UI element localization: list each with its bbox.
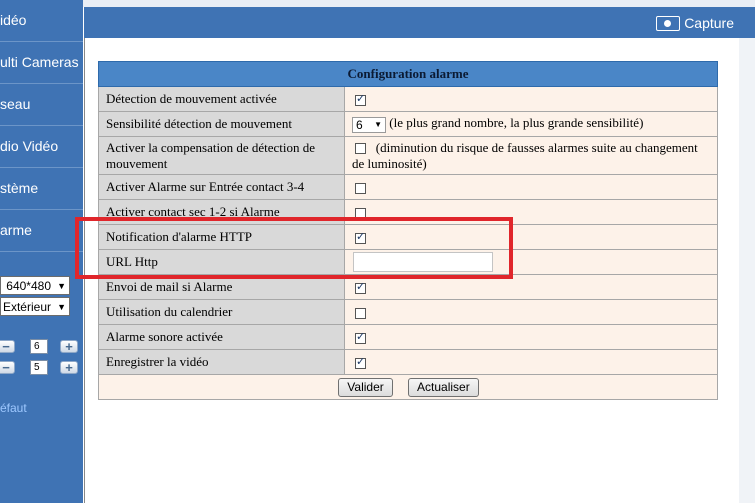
- row-value: [344, 349, 718, 375]
- table-row: Alarme sonore activée: [98, 324, 718, 350]
- row-label: Envoi de mail si Alarme: [98, 274, 345, 300]
- table-row: Sensibilité détection de mouvement 6 ▼ (l…: [98, 111, 718, 137]
- minus-icon[interactable]: −: [0, 361, 15, 374]
- refresh-button[interactable]: Actualiser: [408, 377, 479, 397]
- row-label: Activer contact sec 1-2 si Alarme: [98, 199, 345, 225]
- button-row: Valider Actualiser: [98, 374, 718, 400]
- minus-icon[interactable]: −: [0, 340, 15, 353]
- sidebar-item-label: stème: [0, 180, 39, 196]
- chevron-down-icon: ▼: [374, 119, 382, 129]
- table-row: Activer la compensation de détection de …: [98, 136, 718, 175]
- stepper-1-value[interactable]: 6: [30, 339, 48, 354]
- right-gutter: [738, 38, 755, 503]
- row-label: Sensibilité détection de mouvement: [98, 111, 345, 137]
- sidebar-item-audio-video[interactable]: dio Vidéo: [0, 126, 83, 168]
- compensation-note: (diminution du risque de fausses alarmes…: [352, 139, 698, 171]
- row-label: Activer la compensation de détection de …: [98, 136, 345, 175]
- row-value: [344, 199, 718, 225]
- sensitivity-note: (le plus grand nombre, la plus grande se…: [389, 115, 644, 131]
- main-content: Configuration alarme Détection de mouvem…: [84, 38, 739, 503]
- sidebar-item-label: idéo: [0, 12, 27, 28]
- top-strip: [0, 0, 755, 7]
- button-cell: Valider Actualiser: [98, 374, 718, 400]
- chevron-down-icon: ▼: [57, 302, 66, 312]
- sidebar: idéo ulti Cameras seau dio Vidéo stème a…: [0, 0, 83, 503]
- header-bar: Capture: [84, 7, 755, 38]
- alarm-config-table: Configuration alarme Détection de mouvem…: [98, 61, 718, 400]
- row-value: (diminution du risque de fausses alarmes…: [344, 136, 718, 175]
- row-value: [344, 274, 718, 300]
- sidebar-item-label: arme: [0, 222, 32, 238]
- table-row: Activer Alarme sur Entrée contact 3-4: [98, 174, 718, 200]
- capture-button[interactable]: Capture: [656, 15, 734, 31]
- row-value: [344, 249, 718, 275]
- camera-icon: [656, 15, 681, 31]
- table-row: URL Http: [98, 249, 718, 275]
- record-video-checkbox[interactable]: [355, 355, 366, 369]
- stepper-2-value[interactable]: 5: [30, 360, 48, 375]
- sidebar-item-reseau[interactable]: seau: [0, 84, 83, 126]
- motion-detection-checkbox[interactable]: [355, 92, 366, 106]
- row-label: Enregistrer la vidéo: [98, 349, 345, 375]
- row-value: 6 ▼ (le plus grand nombre, la plus grande…: [344, 111, 718, 137]
- row-value: [344, 174, 718, 200]
- compensation-checkbox[interactable]: [355, 143, 366, 155]
- email-alarm-checkbox[interactable]: [355, 280, 366, 294]
- resolution-select[interactable]: 640*480 ▼: [0, 276, 70, 295]
- table-row: Notification d'alarme HTTP: [98, 224, 718, 250]
- row-label: Activer Alarme sur Entrée contact 3-4: [98, 174, 345, 200]
- sensitivity-value: 6: [356, 117, 363, 132]
- row-label: Notification d'alarme HTTP: [98, 224, 345, 250]
- submit-button[interactable]: Valider: [338, 377, 393, 397]
- table-row: Enregistrer la vidéo: [98, 349, 718, 375]
- http-notification-checkbox[interactable]: [355, 230, 366, 244]
- sensitivity-select[interactable]: 6 ▼: [352, 116, 386, 133]
- sidebar-item-label: seau: [0, 96, 31, 112]
- capture-label: Capture: [684, 15, 734, 31]
- mode-value: Extérieur: [2, 300, 51, 314]
- row-value: [344, 324, 718, 350]
- row-label: URL Http: [98, 249, 345, 275]
- sidebar-item-multi-cameras[interactable]: ulti Cameras: [0, 42, 83, 84]
- sidebar-item-label: ulti Cameras: [0, 54, 79, 70]
- dry-contact-checkbox[interactable]: [355, 207, 366, 219]
- resolution-value: 640*480: [6, 279, 51, 293]
- plus-icon[interactable]: +: [60, 361, 78, 374]
- row-label: Détection de mouvement activée: [98, 86, 345, 112]
- chevron-down-icon: ▼: [57, 281, 66, 291]
- config-title: Configuration alarme: [98, 61, 718, 87]
- row-value: [344, 224, 718, 250]
- default-link[interactable]: éfaut: [0, 401, 27, 415]
- plus-icon[interactable]: +: [60, 340, 78, 353]
- table-row: Utilisation du calendrier: [98, 299, 718, 325]
- table-row: Activer contact sec 1-2 si Alarme: [98, 199, 718, 225]
- row-value: [344, 299, 718, 325]
- row-value: [344, 86, 718, 112]
- table-row: Envoi de mail si Alarme: [98, 274, 718, 300]
- sound-alarm-checkbox[interactable]: [355, 330, 366, 344]
- input-contact-checkbox[interactable]: [355, 182, 366, 194]
- row-label: Alarme sonore activée: [98, 324, 345, 350]
- sidebar-item-alarme[interactable]: arme: [0, 210, 83, 252]
- sidebar-item-label: dio Vidéo: [0, 138, 59, 154]
- sidebar-item-video[interactable]: idéo: [0, 0, 83, 42]
- table-row: Détection de mouvement activée: [98, 86, 718, 112]
- mode-select[interactable]: Extérieur ▼: [0, 297, 70, 316]
- calendar-checkbox[interactable]: [355, 307, 366, 319]
- sidebar-item-systeme[interactable]: stème: [0, 168, 83, 210]
- row-label: Utilisation du calendrier: [98, 299, 345, 325]
- url-http-input[interactable]: [353, 252, 493, 272]
